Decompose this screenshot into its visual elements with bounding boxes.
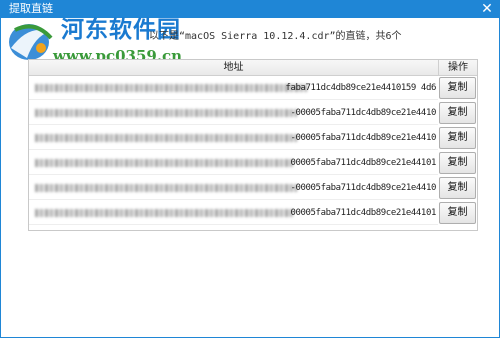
window-title: 提取直链 <box>9 2 53 15</box>
table-row: 00005faba711dc4db89ce21e44101 复制 <box>29 151 477 175</box>
watermark-logo-icon <box>9 24 53 60</box>
blurred-address <box>35 184 297 192</box>
links-table: 地址 操作 faba711dc4db89ce21e4410159 4d6 复制 … <box>28 59 478 231</box>
address-cell[interactable]: 00005faba711dc4db89ce21e44101 <box>29 201 438 225</box>
address-suffix: 00005faba711dc4db89ce21e44101 <box>290 208 436 218</box>
copy-button[interactable]: 复制 <box>439 202 476 224</box>
address-cell[interactable]: -00005faba711dc4db89ce21e4410 <box>29 101 438 125</box>
table-row: -00005faba711dc4db89ce21e4410 复制 <box>29 176 477 200</box>
action-column-header: 操作 <box>448 62 468 73</box>
copy-button[interactable]: 复制 <box>439 152 476 174</box>
blurred-address <box>35 109 297 117</box>
blurred-address <box>35 134 297 142</box>
address-suffix: -00005faba711dc4db89ce21e4410 <box>290 108 436 118</box>
blurred-address <box>35 159 293 167</box>
blurred-address <box>35 209 293 217</box>
table-row: faba711dc4db89ce21e4410159 4d6 复制 <box>29 76 477 100</box>
address-column-header: 地址 <box>29 60 439 75</box>
table-row: 00005faba711dc4db89ce21e44101 复制 <box>29 201 477 225</box>
address-cell[interactable]: -00005faba711dc4db89ce21e4410 <box>29 126 438 150</box>
address-suffix: 00005faba711dc4db89ce21e44101 <box>290 158 436 168</box>
copy-button[interactable]: 复制 <box>439 177 476 199</box>
table-header: 地址 操作 <box>29 60 477 76</box>
blurred-address <box>35 84 307 92</box>
close-button[interactable]: ✕ <box>479 1 495 17</box>
table-row: -00005faba711dc4db89ce21e4410 复制 <box>29 126 477 150</box>
extract-links-dialog: 提取直链 ✕ 河东软件园 www.pc0359.cn 以下是“macOS Sie… <box>0 0 500 338</box>
address-cell[interactable]: -00005faba711dc4db89ce21e4410 <box>29 176 438 200</box>
address-suffix: -00005faba711dc4db89ce21e4410 <box>290 133 436 143</box>
copy-button[interactable]: 复制 <box>439 77 476 99</box>
summary-text: 以下是“macOS Sierra 10.12.4.cdr”的直链，共6个 <box>149 31 402 42</box>
address-suffix: -00005faba711dc4db89ce21e4410 <box>290 183 436 193</box>
copy-button[interactable]: 复制 <box>439 102 476 124</box>
address-suffix: faba711dc4db89ce21e4410159 4d6 <box>285 83 436 93</box>
table-row: -00005faba711dc4db89ce21e4410 复制 <box>29 101 477 125</box>
address-cell[interactable]: faba711dc4db89ce21e4410159 4d6 <box>29 76 438 100</box>
address-cell[interactable]: 00005faba711dc4db89ce21e44101 <box>29 151 438 175</box>
copy-button[interactable]: 复制 <box>439 127 476 149</box>
